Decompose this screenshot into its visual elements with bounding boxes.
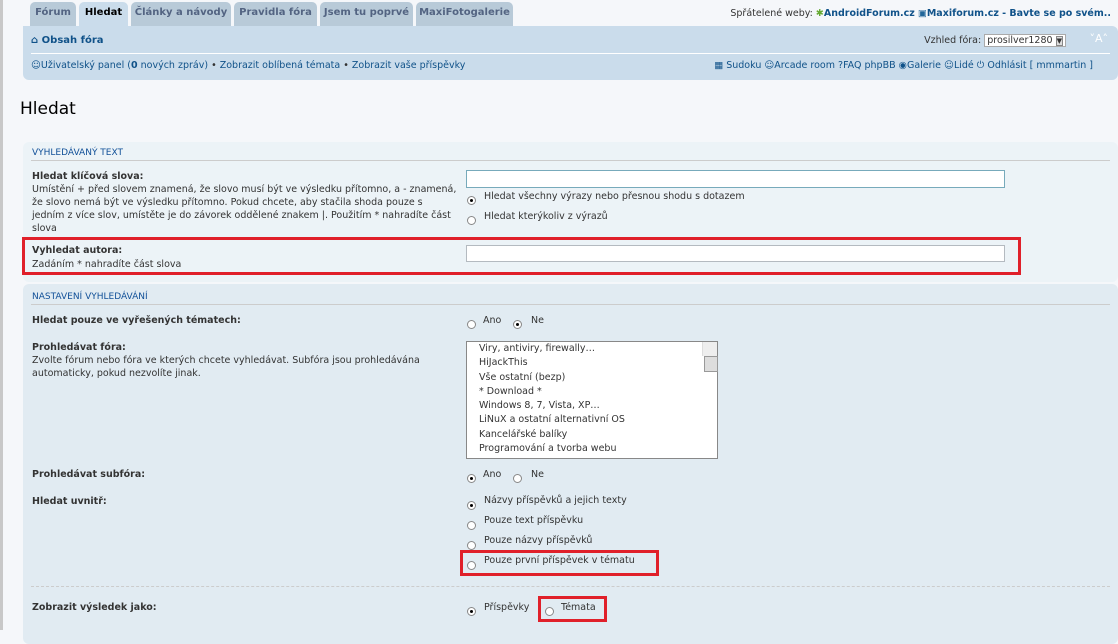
tab-forum[interactable]: Fórum: [30, 2, 76, 26]
user-panel-icon: ☺: [31, 60, 41, 71]
android-forum-link[interactable]: AndroidForum.cz: [824, 8, 915, 19]
display-label: Zobrazit výsledek jako:: [32, 602, 157, 613]
user-links: ☺Uživatelský panel (0 nových zpráv) • Zo…: [31, 60, 465, 71]
forum-index-link[interactable]: Obsah fóra: [42, 35, 104, 46]
tab-rules[interactable]: Pravidla fóra: [234, 2, 317, 26]
posts-label: Příspěvky: [484, 602, 530, 613]
right-links: ▦ Sudoku ☺Arcade room ?FAQ phpBB ◉Galeri…: [714, 60, 1093, 71]
radio-subforums-no[interactable]: [513, 474, 522, 483]
font-size-toggle[interactable]: ˅A˄: [1089, 32, 1108, 45]
section-header: Vyhledávaný text: [32, 148, 123, 158]
keywords-label: Hledat klíčová slova:: [32, 171, 144, 182]
people-link[interactable]: Lidé: [954, 60, 974, 71]
style-label: Vzhled fóra:: [924, 35, 982, 46]
highlight-first-post: [460, 550, 659, 576]
scrollbar[interactable]: [702, 342, 718, 372]
forums-listbox[interactable]: Viry, antiviry, firewally… HiJackThis Vš…: [466, 341, 718, 459]
maxiforum-link[interactable]: Maxiforum.cz - Bavte se po svém..: [927, 8, 1111, 19]
arcade-link[interactable]: Arcade room: [774, 60, 835, 71]
radio-display-posts[interactable]: [467, 607, 476, 616]
style-select[interactable]: prosilver1280 ▼: [984, 34, 1066, 47]
solved-label: Hledat pouze ve vyřešených tématech:: [32, 315, 241, 326]
android-icon: ✱: [815, 8, 824, 19]
bullet: •: [211, 60, 217, 71]
friends-label: Spřátelené weby:: [730, 8, 813, 19]
radio-any-terms[interactable]: [467, 216, 476, 225]
no-label: Ne: [531, 469, 544, 480]
own-posts-link[interactable]: Zobrazit vaše příspěvky: [352, 60, 466, 71]
highlight-author: [22, 237, 1021, 275]
forum-option[interactable]: LiNuX a ostatní alternativní OS: [467, 413, 717, 427]
navbar: ⌂ Obsah fóra Vzhled fóra: prosilver1280 …: [23, 26, 1118, 80]
favorite-topics-link[interactable]: Zobrazit oblíbená témata: [220, 60, 341, 71]
bullet: •: [343, 60, 349, 71]
forums-desc: Zvolte fórum nebo fóra ve kterých chcete…: [32, 355, 420, 379]
arcade-icon: ☺: [764, 60, 775, 71]
tab-first-time[interactable]: Jsem tu poprvé: [320, 2, 413, 26]
chevron-down-icon: ▼: [1055, 36, 1063, 46]
section-header: Nastavení vyhledávání: [32, 292, 148, 302]
all-terms-label: Hledat všechny výrazy nebo přesnou shodu…: [484, 191, 745, 202]
page-title: Hledat: [20, 99, 76, 119]
forum-option[interactable]: Viry, antiviry, firewally…: [467, 342, 717, 356]
radio-within-titles[interactable]: [467, 541, 476, 550]
sudoku-icon: ▦: [714, 60, 724, 71]
forum-option[interactable]: * Download *: [467, 385, 717, 399]
forums-label: Prohledávat fóra:: [32, 342, 126, 353]
home-icon: ⌂: [31, 35, 39, 46]
tab-photogallery[interactable]: MaxiFotogalerie: [416, 2, 513, 26]
sudoku-link[interactable]: Sudoku: [726, 60, 761, 71]
tab-articles[interactable]: Články a návody: [131, 2, 231, 26]
within-option-label: Názvy příspěvků a jejich texty: [484, 495, 627, 506]
forum-option[interactable]: Vše ostatní (bezp): [467, 371, 717, 385]
radio-subforums-yes[interactable]: [467, 474, 476, 483]
logout-link[interactable]: Odhlásit [ mmmartin ]: [987, 60, 1093, 71]
search-settings-panel: Nastavení vyhledávání Hledat pouze ve vy…: [23, 284, 1118, 644]
faq-link[interactable]: FAQ phpBB: [843, 60, 896, 71]
keywords-input[interactable]: [466, 170, 1005, 188]
highlight-topics: [538, 596, 607, 622]
people-icon: ☺: [944, 60, 954, 71]
gallery-icon: ◉: [898, 60, 907, 71]
yes-label: Ano: [483, 469, 502, 480]
radio-within-text[interactable]: [467, 521, 476, 530]
logout-icon: ⏻: [976, 60, 985, 71]
tab-search[interactable]: Hledat: [79, 2, 128, 27]
radio-solved-yes[interactable]: [467, 320, 476, 329]
forum-option[interactable]: Programování a tvorba webu: [467, 442, 717, 456]
forum-option[interactable]: Kancelářské balíky: [467, 428, 717, 442]
within-option-label: Pouze text příspěvku: [484, 515, 584, 526]
radio-all-terms[interactable]: [467, 196, 476, 205]
gallery-link[interactable]: Galerie: [907, 60, 941, 71]
subforums-label: Prohledávat subfóra:: [32, 469, 146, 480]
any-terms-label: Hledat kterýkoliv z výrazů: [484, 211, 608, 222]
within-option-label: Pouze názvy příspěvků: [484, 535, 593, 546]
within-label: Hledat uvnitř:: [32, 496, 107, 507]
style-value: prosilver1280: [987, 35, 1053, 46]
maxiforum-icon: ▣: [917, 8, 927, 19]
keywords-desc: Umístění + před slovem znamená, že slovo…: [32, 184, 457, 234]
forum-option[interactable]: HiJackThis: [467, 356, 717, 370]
friend-sites: Spřátelené weby: ✱AndroidForum.cz ▣Maxif…: [730, 8, 1111, 19]
radio-solved-no[interactable]: [513, 320, 522, 329]
no-label: Ne: [531, 315, 544, 326]
forum-option[interactable]: Windows 8, 7, Vista, XP…: [467, 399, 717, 413]
user-panel-link[interactable]: Uživatelský panel (0 nových zpráv): [41, 60, 208, 71]
radio-within-titles-texts[interactable]: [467, 501, 476, 510]
yes-label: Ano: [483, 315, 502, 326]
